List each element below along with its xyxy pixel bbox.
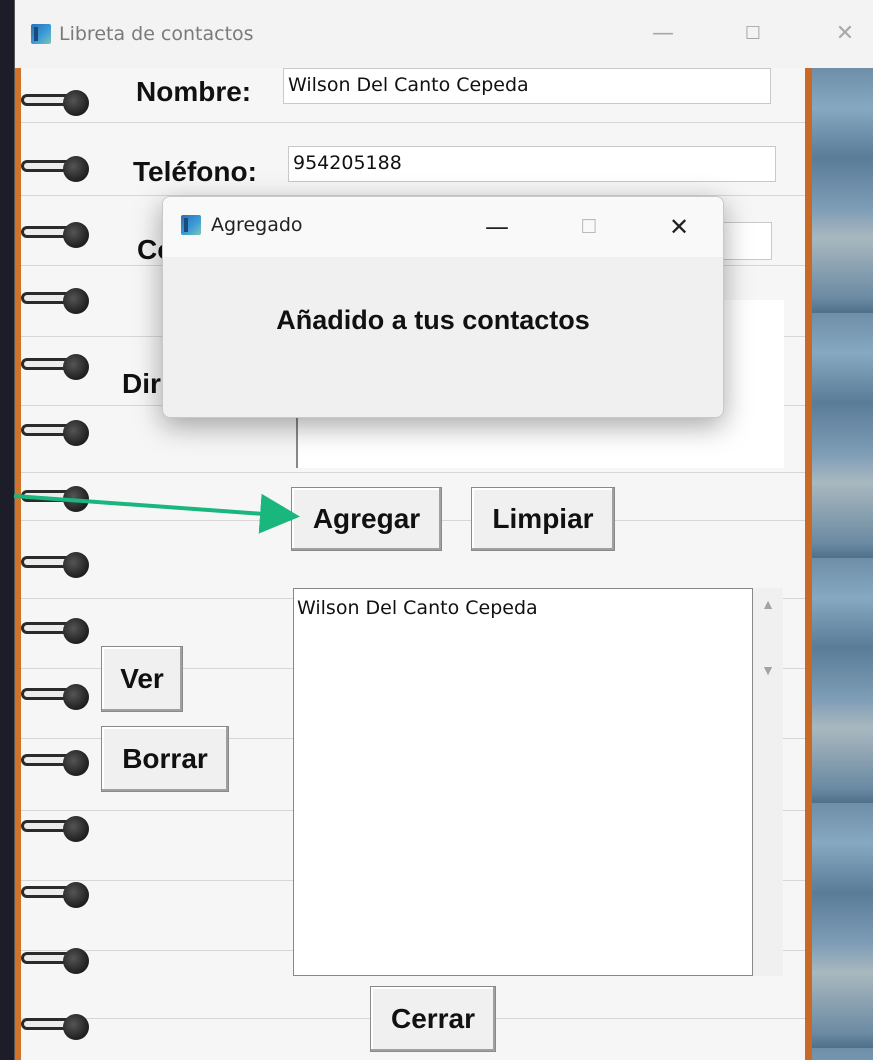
- annotation-arrow: [13, 493, 300, 534]
